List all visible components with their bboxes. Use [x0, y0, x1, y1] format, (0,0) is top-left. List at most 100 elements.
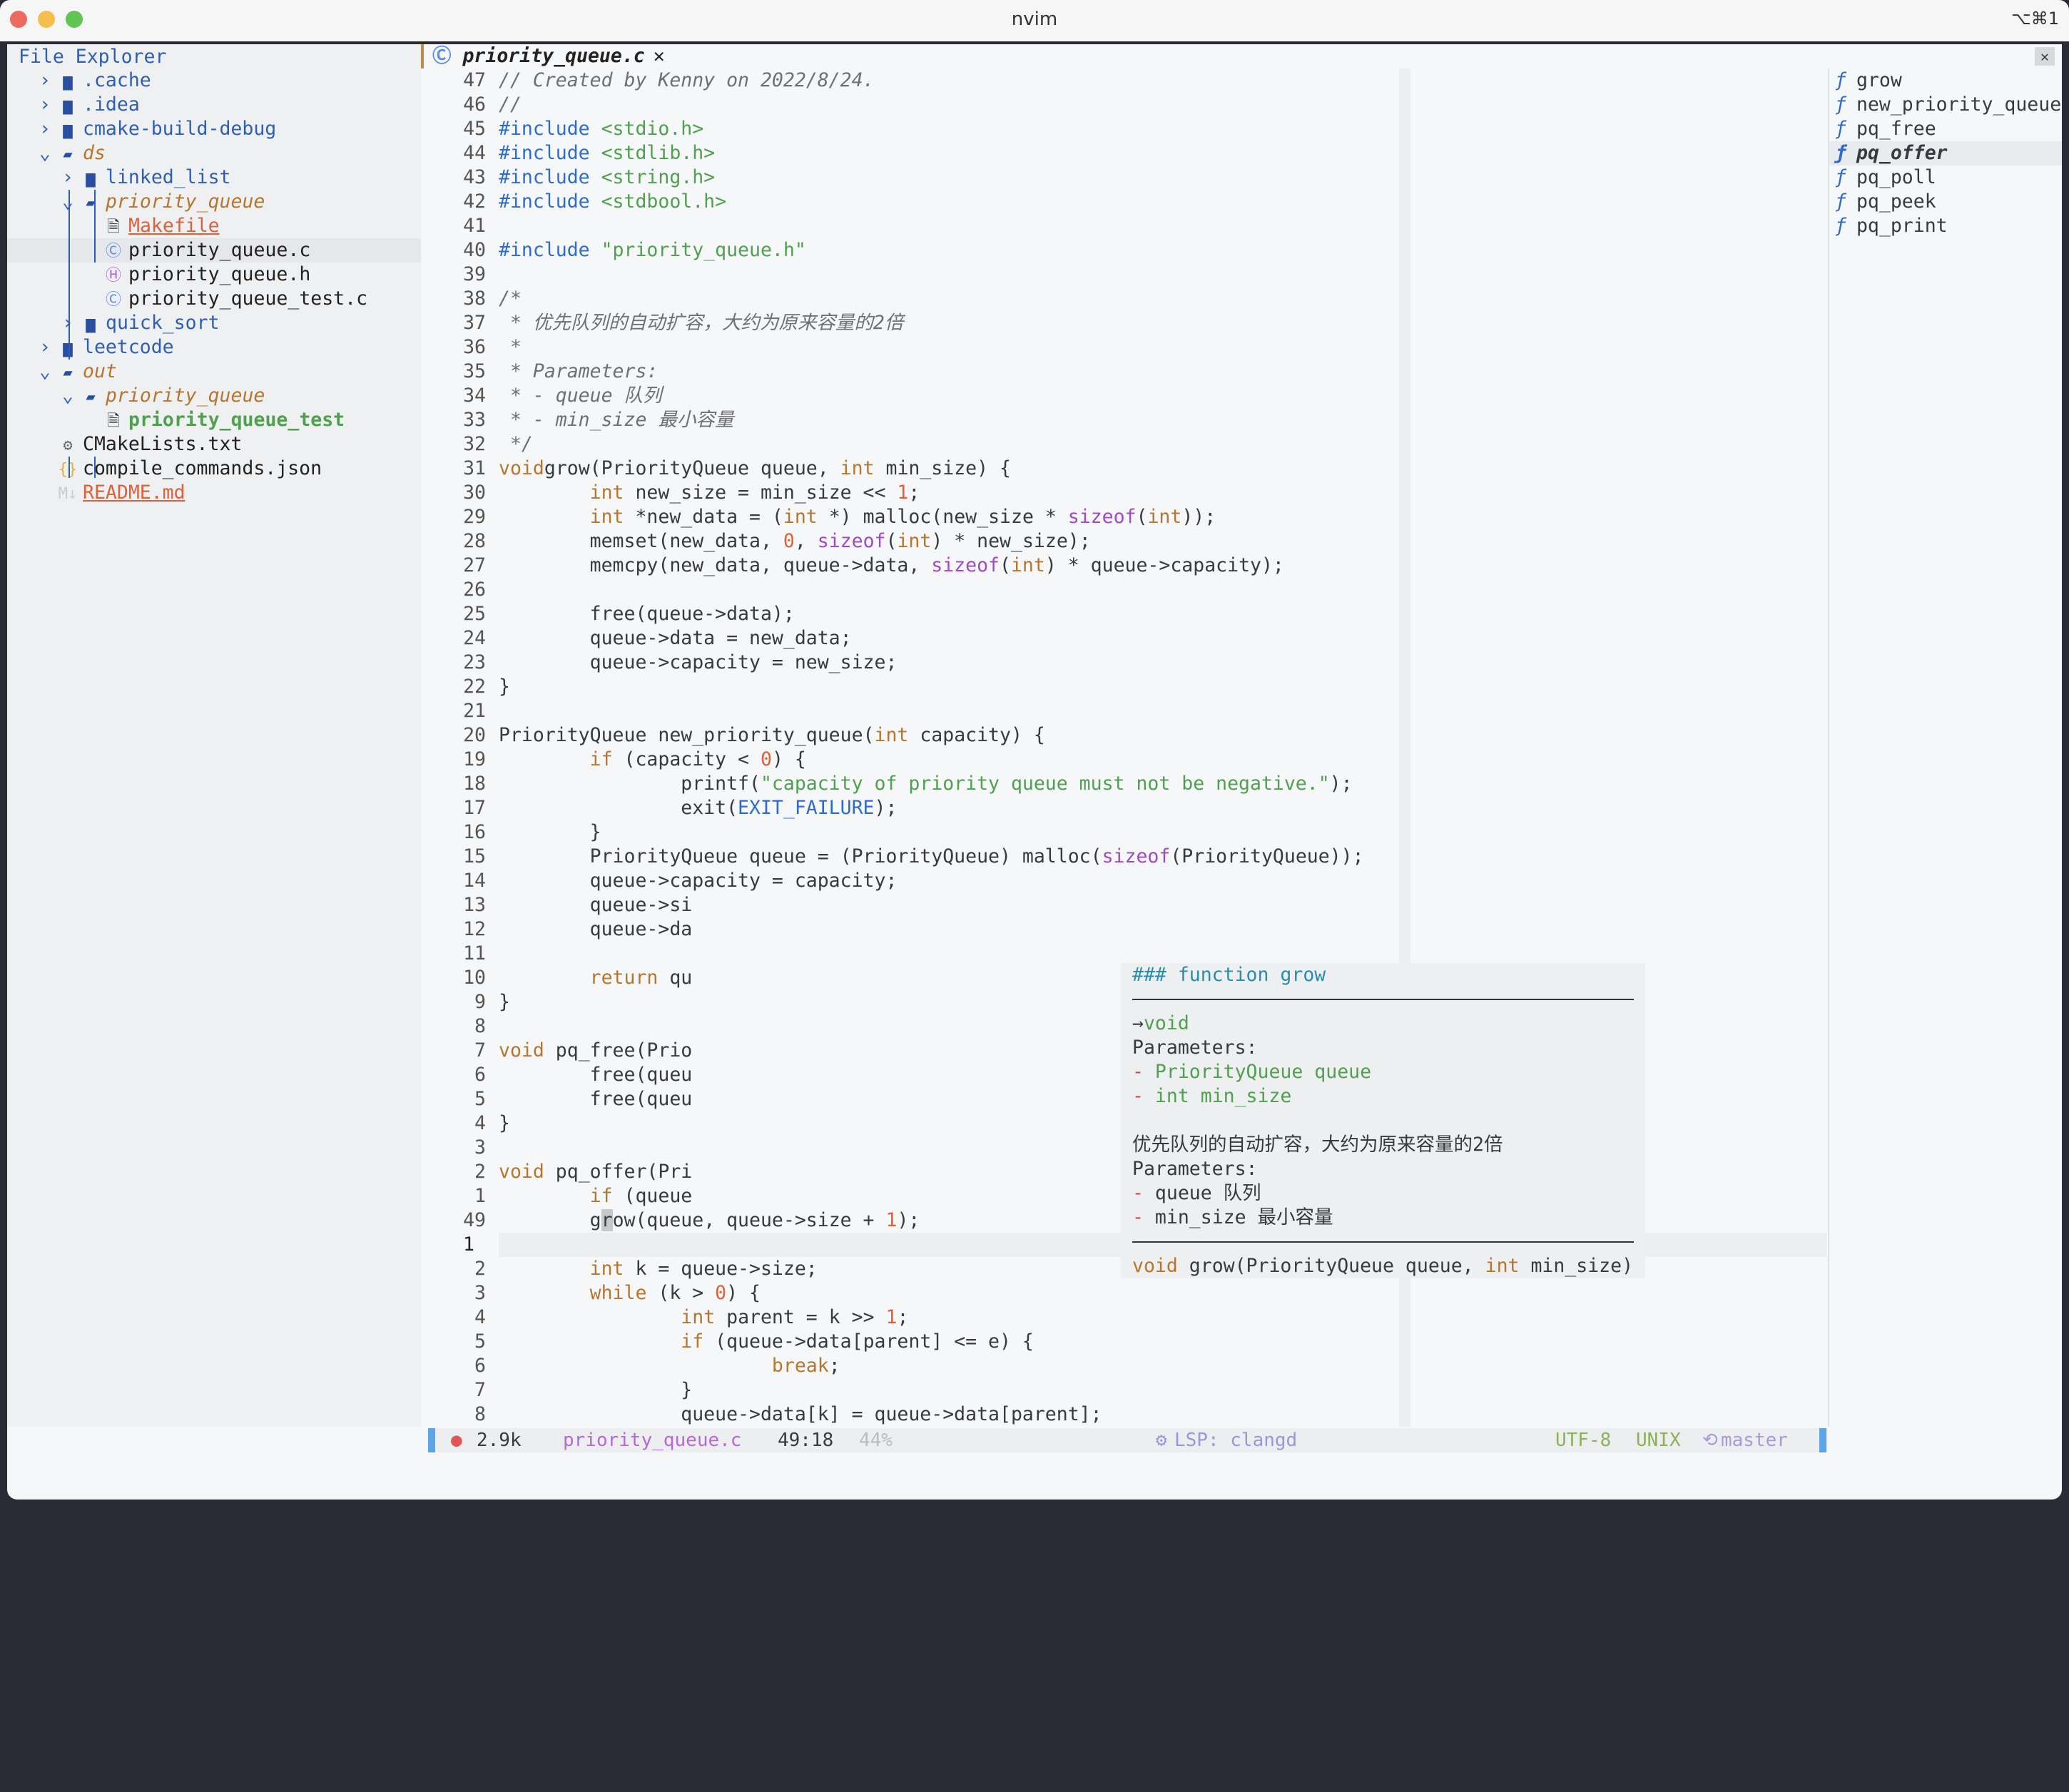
tree-item[interactable]: › ▆ cmake-build-debug [7, 117, 421, 141]
function-icon: ƒ [1835, 93, 1846, 116]
outline-item-label: pq_peek [1856, 190, 1936, 213]
tree-item[interactable]: M↓ README.md [7, 481, 421, 505]
line-number: 1 [474, 1185, 486, 1207]
close-all-button[interactable]: ✕ [2035, 47, 2055, 66]
outline-item[interactable]: ƒ pq_offer [1829, 141, 2062, 166]
tree-item[interactable]: ⌄ ▰ priority_queue [7, 384, 421, 408]
cursor-position: 49:18 [778, 1430, 834, 1451]
chevron-right-icon[interactable]: › [56, 166, 80, 190]
chevron-down-icon[interactable]: ⌄ [56, 384, 80, 408]
git-branch[interactable]: master [1721, 1428, 1788, 1452]
file-size: 2.9k [477, 1430, 522, 1451]
hover-line: - min_size 最小容量 [1132, 1206, 1634, 1230]
line-number: 46 [463, 93, 486, 116]
code-token: } [499, 1379, 693, 1401]
line-number: 47 [463, 69, 486, 91]
chevron-right-icon[interactable]: › [33, 68, 57, 93]
code-token: int [874, 724, 909, 746]
code-token: queue->capacity = new_size; [499, 651, 898, 673]
code-line: 10 return qu [428, 966, 692, 990]
tree-item[interactable]: ⚙ CMakeLists.txt [7, 432, 421, 457]
code-line: 24 queue->data = new_data; [428, 626, 852, 651]
line-number: 45 [463, 118, 486, 140]
function-icon: ƒ [1835, 215, 1846, 237]
code-token: (queue->data[parent] <= e) { [703, 1330, 1034, 1353]
chevron-right-icon[interactable]: › [33, 117, 57, 141]
code-line: 15 PriorityQueue queue = (PriorityQueue)… [428, 845, 1363, 869]
tree-item-label: README.md [83, 482, 185, 504]
hover-line: - int min_size [1132, 1084, 1634, 1109]
code-line: 7 } [428, 1378, 692, 1402]
code-line: 44 #include <stdlib.h> [428, 141, 715, 166]
code-token: <stdlib.h> [589, 142, 716, 164]
chevron-right-icon[interactable]: › [33, 93, 57, 117]
outline-item[interactable]: ƒ grow [1829, 68, 2062, 93]
tab-priority-queue-c[interactable]: Ⓒ priority_queue.c ✕ [421, 44, 665, 68]
code-token: free(queue->data); [499, 603, 795, 625]
line-text: queue->da [499, 918, 693, 940]
outline-item[interactable]: ƒ new_priority_queue [1829, 93, 2062, 117]
tree-item[interactable]: › ▆ .idea [7, 93, 421, 117]
outline-item[interactable]: ƒ pq_peek [1829, 190, 2062, 214]
line-text: /* [499, 287, 522, 310]
code-token: ); [1329, 773, 1353, 795]
line-number: 7 [474, 1379, 486, 1401]
code-line: 3 while (k > 0) { [428, 1281, 761, 1305]
code-token: #include [499, 239, 590, 261]
outline-item[interactable]: ƒ pq_print [1829, 214, 2062, 238]
line-number: 15 [463, 845, 486, 867]
markdown-icon: M↓ [58, 485, 78, 503]
tree-item[interactable]: ⌄ ▰ ds [7, 141, 421, 166]
code-line: 28 memset(new_data, 0, sizeof(int) * new… [428, 529, 1091, 554]
line-number: 30 [463, 482, 486, 504]
code-token: g [499, 1209, 601, 1231]
tree-item[interactable]: ⌄ ▰ out [7, 360, 421, 384]
hover-token: int min_size [1154, 1085, 1292, 1107]
line-number: 37 [463, 312, 486, 334]
code-line: 6 free(queu [428, 1063, 692, 1087]
lsp-status[interactable]: LSP: clangd [1174, 1428, 1297, 1452]
line-number: 27 [463, 554, 486, 576]
code-token: queue->data = new_data; [499, 627, 852, 649]
tree-item-label: .idea [83, 93, 140, 116]
code-token: 1 [885, 1306, 898, 1328]
line-text: * - queue 队列 [499, 385, 662, 407]
chevron-right-icon[interactable]: › [33, 335, 57, 360]
c-file-icon: Ⓒ [105, 291, 121, 309]
code-token: pq_free(Prio [544, 1039, 693, 1062]
hover-token: min_size 最小容量 [1154, 1206, 1333, 1228]
code-editor[interactable]: 47// Created by Kenny on 2022/8/24. 46//4… [428, 68, 1828, 1427]
tree-item[interactable]: › ▆ .cache [7, 68, 421, 93]
outline-item[interactable]: ƒ pq_poll [1829, 166, 2062, 190]
function-icon: ƒ [1835, 166, 1846, 188]
line-text: #include <stdbool.h> [499, 190, 726, 213]
code-line: 37 * 优先队列的自动扩容，大约为原来容量的2倍 [428, 311, 903, 335]
git-branch-icon: ⟲ [1702, 1430, 1718, 1451]
line-number: 23 [463, 651, 486, 673]
code-line: 20 PriorityQueue new_priority_queue(int c… [428, 723, 1045, 748]
chevron-down-icon[interactable]: ⌄ [33, 141, 57, 166]
tree-indent-guide [94, 457, 96, 478]
chevron-down-icon[interactable]: ⌄ [33, 360, 57, 384]
line-text: queue->data = new_data; [499, 627, 852, 649]
code-token: k = queue->size; [624, 1258, 818, 1280]
tree-item[interactable]: 🗎 priority_queue_test [7, 408, 421, 432]
code-line: 49 grow(queue, queue->size + 1); [428, 1208, 920, 1233]
code-token: queue->da [499, 918, 693, 940]
line-text: // [499, 93, 522, 116]
code-line: 29 int *new_data = (int *) malloc(new_si… [428, 505, 1216, 529]
chevron-right-icon[interactable]: › [56, 311, 80, 335]
tree-item[interactable]: › ▆ linked_list [7, 166, 421, 190]
outline-item[interactable]: ƒ pq_free [1829, 117, 2062, 141]
code-token: ; [908, 482, 920, 504]
tab-close-icon[interactable]: ✕ [654, 45, 665, 67]
line-number: 10 [463, 967, 486, 989]
code-token: qu [658, 967, 693, 989]
chevron-down-icon[interactable]: ⌄ [56, 190, 80, 214]
code-line: 13 queue->si [428, 893, 692, 917]
line-number: 3 [474, 1282, 486, 1304]
